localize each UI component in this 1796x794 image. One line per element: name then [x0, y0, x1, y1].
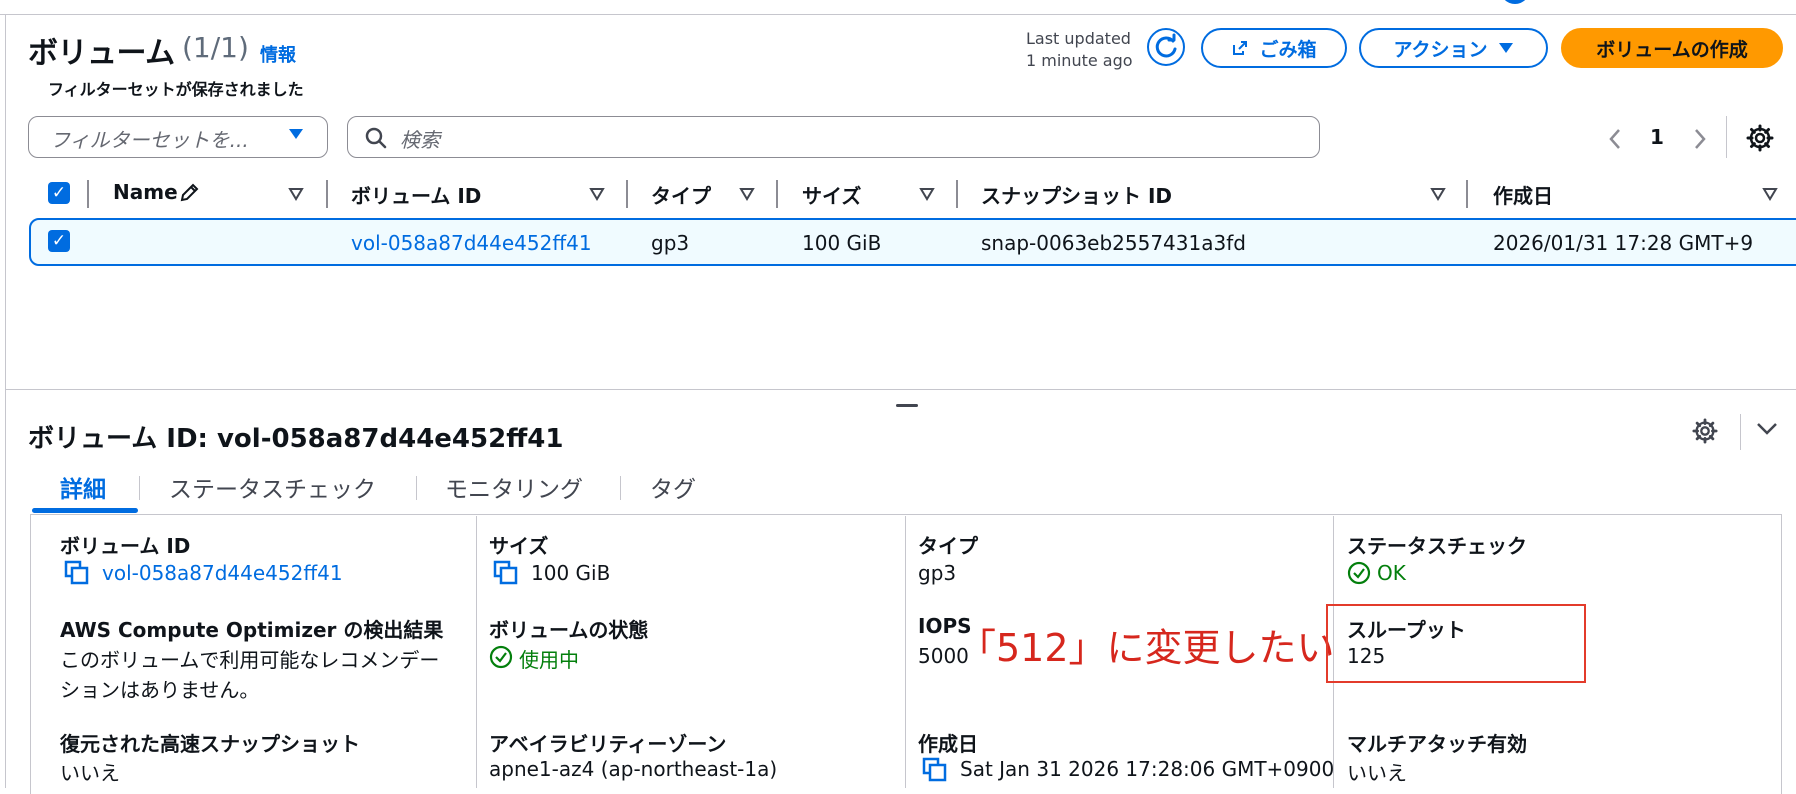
tab-status-check[interactable]: ステータスチェック — [169, 470, 376, 504]
search-placeholder: 検索 — [400, 128, 440, 152]
column-divider — [905, 516, 906, 788]
cell-snapshot-id: snap-0063eb2557431a3fd — [981, 231, 1246, 255]
sort-icon[interactable] — [1430, 187, 1446, 201]
copy-icon[interactable] — [493, 560, 519, 586]
column-divider — [476, 516, 477, 788]
filter-set-placeholder: フィルターセットを... — [50, 128, 249, 152]
field-label-az: アベイラビリティーゾーン — [489, 732, 727, 756]
row-checkbox[interactable]: ✓ — [48, 230, 70, 252]
field-value-created: Sat Jan 31 2026 17:28:06 GMT+0900 — [960, 757, 1335, 781]
column-separator — [626, 180, 628, 208]
field-label-optimizer: AWS Compute Optimizer の検出結果 — [60, 618, 444, 642]
check-circle-icon — [489, 645, 513, 669]
column-separator — [87, 180, 89, 208]
left-border — [5, 14, 6, 788]
annotation-highlight-box — [1326, 604, 1586, 683]
cell-size: 100 GiB — [802, 231, 882, 255]
field-value-type: gp3 — [918, 561, 957, 585]
search-input[interactable] — [347, 116, 1320, 158]
sort-icon[interactable] — [288, 187, 304, 201]
caret-down-icon — [1498, 43, 1513, 53]
create-volume-button[interactable]: ボリュームの作成 — [1561, 28, 1783, 68]
filter-set-saved-label: フィルターセットが保存されました — [48, 80, 304, 99]
volume-count: (1/1) — [182, 31, 249, 64]
last-updated-label: Last updated — [1026, 29, 1131, 48]
last-updated-time: 1 minute ago — [1026, 51, 1133, 70]
top-border — [0, 14, 1796, 15]
chevron-down-icon[interactable] — [1755, 420, 1779, 438]
column-header-name[interactable]: Name — [113, 180, 178, 204]
tab-tags[interactable]: タグ — [650, 470, 696, 504]
field-label-type: タイプ — [918, 534, 978, 558]
field-label-size: サイズ — [489, 534, 549, 558]
trash-button-label: ごみ箱 — [1259, 38, 1317, 61]
pencil-icon — [180, 183, 199, 202]
column-separator — [956, 180, 958, 208]
refresh-button[interactable] — [1147, 28, 1185, 66]
page-title: ボリューム — [28, 36, 175, 71]
column-header-created[interactable]: 作成日 — [1493, 180, 1553, 209]
field-value-az: apne1-az4 (ap-northeast-1a) — [489, 757, 778, 781]
gear-icon[interactable] — [1692, 418, 1718, 444]
field-label-state: ボリュームの状態 — [489, 618, 649, 642]
copy-icon[interactable] — [64, 560, 90, 586]
sort-icon[interactable] — [739, 187, 755, 201]
column-separator — [1466, 180, 1468, 208]
gear-icon[interactable] — [1746, 124, 1774, 152]
field-label-multi-attach: マルチアタッチ有効 — [1347, 732, 1527, 756]
chevron-right-icon[interactable] — [1693, 128, 1707, 150]
caret-down-icon — [289, 129, 303, 139]
field-value-status-check: OK — [1377, 561, 1406, 585]
field-value-multi-attach: いいえ — [1347, 761, 1407, 785]
field-value-volume-id[interactable]: vol-058a87d44e452ff41 — [102, 561, 343, 585]
column-header-volume-id[interactable]: ボリューム ID — [351, 180, 481, 209]
external-link-icon — [1233, 41, 1248, 55]
field-label-fast-restore: 復元された高速スナップショット — [60, 732, 360, 756]
cell-volume-id-link[interactable]: vol-058a87d44e452ff41 — [351, 231, 592, 255]
column-header-type[interactable]: タイプ — [651, 180, 711, 209]
column-separator — [776, 180, 778, 208]
actions-dropdown[interactable]: アクション — [1359, 28, 1548, 68]
search-icon — [365, 127, 387, 149]
split-panel-divider — [6, 389, 1796, 390]
sort-icon[interactable] — [1762, 187, 1778, 201]
trash-button[interactable]: ごみ箱 — [1201, 28, 1347, 68]
pager-divider — [1726, 116, 1727, 158]
cell-type: gp3 — [651, 231, 690, 255]
tab-separator — [139, 476, 140, 500]
field-value-fast-restore: いいえ — [60, 761, 120, 785]
field-value-size: 100 GiB — [531, 561, 611, 585]
user-avatar-icon[interactable] — [1500, 0, 1530, 4]
active-tab-indicator — [32, 508, 138, 513]
copy-icon[interactable] — [922, 757, 948, 783]
column-header-snapshot-id[interactable]: スナップショット ID — [981, 180, 1172, 209]
resize-handle[interactable] — [896, 404, 918, 407]
check-circle-icon — [1347, 561, 1371, 585]
actions-label: アクション — [1393, 38, 1488, 61]
field-label-created: 作成日 — [918, 732, 978, 756]
page-number[interactable]: 1 — [1650, 125, 1664, 149]
field-value-optimizer-line2: ションはありません。 — [60, 678, 260, 702]
last-updated: Last updated 1 minute ago — [1026, 28, 1133, 72]
sort-icon[interactable] — [589, 187, 605, 201]
details-title: ボリューム ID: vol-058a87d44e452ff41 — [28, 424, 564, 454]
refresh-icon — [1155, 33, 1177, 58]
tab-monitoring[interactable]: モニタリング — [445, 470, 583, 504]
field-label-volume-id: ボリューム ID — [60, 534, 191, 558]
field-value-state: 使用中 — [519, 648, 579, 672]
field-value-optimizer-line1: このボリュームで利用可能なレコメンデー — [60, 648, 440, 672]
field-label-status-check: ステータスチェック — [1347, 534, 1527, 558]
select-all-checkbox[interactable]: ✓ — [48, 182, 70, 204]
chevron-left-icon[interactable] — [1608, 128, 1622, 150]
tab-details[interactable]: 詳細 — [60, 470, 106, 504]
column-separator — [326, 180, 328, 208]
tab-separator — [620, 476, 621, 500]
sort-icon[interactable] — [919, 187, 935, 201]
annotation-text: 「512」に変更したい — [958, 626, 1335, 670]
cell-created: 2026/01/31 17:28 GMT+9 — [1493, 231, 1754, 255]
info-link[interactable]: 情報 — [260, 41, 296, 67]
column-header-size[interactable]: サイズ — [802, 180, 861, 209]
details-divider — [1740, 414, 1741, 450]
tab-separator — [416, 476, 417, 500]
